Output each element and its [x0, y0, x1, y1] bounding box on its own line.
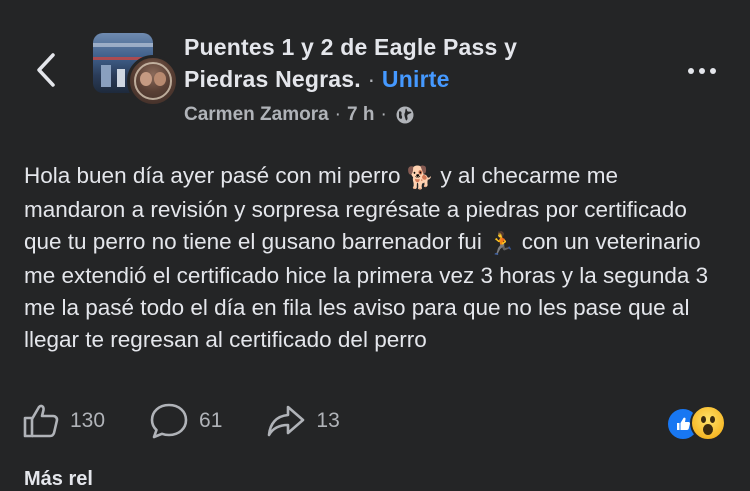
like-count: 130	[70, 409, 106, 432]
group-avatar[interactable]	[93, 33, 179, 107]
author-name-link[interactable]: Carmen Zamora	[184, 104, 329, 126]
wow-reaction-icon	[690, 405, 726, 441]
post-actions: 130 61 13	[22, 400, 384, 442]
globe-icon	[395, 105, 415, 125]
comment-icon	[150, 403, 188, 439]
like-button[interactable]: 130	[22, 403, 105, 439]
more-options-button[interactable]	[682, 58, 722, 84]
post-text: Hola buen día ayer pasé con mi perro 🐕 y…	[24, 160, 724, 356]
chevron-left-icon	[37, 53, 55, 87]
title-separator: ·	[367, 66, 376, 92]
thumbs-up-icon	[23, 404, 59, 438]
more-dot	[710, 68, 716, 74]
meta-separator: ·	[334, 104, 341, 125]
group-name-link[interactable]: Puentes 1 y 2 de Eagle Pass y Piedras Ne…	[184, 34, 517, 92]
more-dot	[699, 68, 705, 74]
share-count: 13	[316, 409, 340, 432]
dog-emoji: 🐕	[406, 165, 435, 190]
comment-button[interactable]: 61	[149, 402, 222, 440]
runner-emoji: 🏃	[488, 231, 516, 256]
share-button[interactable]: 13	[266, 403, 340, 439]
post-timestamp[interactable]: 7 h	[347, 104, 374, 126]
post-header-title: Puentes 1 y 2 de Eagle Pass y Piedras Ne…	[184, 31, 604, 95]
join-group-link[interactable]: Unirte	[382, 66, 450, 92]
share-icon	[268, 405, 305, 437]
reactions-summary[interactable]	[666, 405, 728, 441]
post-text-segment: Hola buen día ayer pasé con mi perro	[24, 163, 407, 188]
author-avatar[interactable]	[127, 55, 179, 107]
comment-count: 61	[199, 409, 223, 432]
post-meta: Carmen Zamora · 7 h ·	[184, 102, 415, 128]
more-dot	[688, 68, 694, 74]
back-button[interactable]	[28, 50, 64, 90]
meta-separator-2: ·	[380, 104, 387, 125]
